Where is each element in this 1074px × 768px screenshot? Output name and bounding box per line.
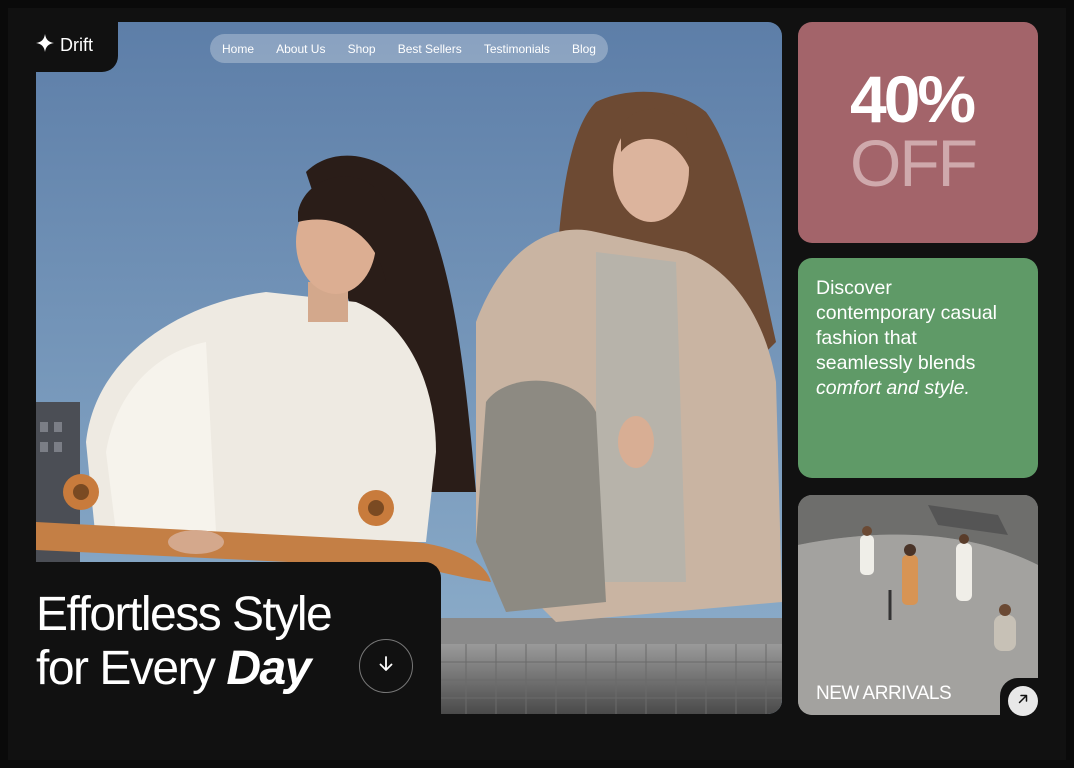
info-card: Discover contemporary casual fashion tha… — [798, 258, 1038, 478]
headline-line-2-text: for Every — [36, 642, 227, 695]
nav-item-about-us[interactable]: About Us — [276, 42, 325, 56]
nav-item-best-sellers[interactable]: Best Sellers — [398, 42, 462, 56]
new-arrivals-label: NEW ARRIVALS — [816, 683, 952, 704]
info-text-plain: Discover contemporary casual fashion tha… — [816, 277, 998, 374]
promo-card[interactable]: 40% OFF — [798, 22, 1038, 243]
info-text: Discover contemporary casual fashion tha… — [816, 276, 1016, 401]
main-nav: Home About Us Shop Best Sellers Testimon… — [210, 34, 608, 63]
new-arrivals-card[interactable]: NEW ARRIVALS — [798, 495, 1038, 715]
nav-item-home[interactable]: Home — [222, 42, 254, 56]
brand-logo[interactable]: Drift — [36, 34, 93, 57]
nav-item-testimonials[interactable]: Testimonials — [484, 42, 550, 56]
hero-headline: Effortless Style for Every Day — [36, 588, 333, 696]
scroll-down-button[interactable] — [359, 639, 413, 693]
promo-amount: 40% — [850, 62, 976, 136]
info-text-emphasis: comfort and style. — [816, 377, 970, 399]
arrow-up-right-icon — [1017, 692, 1029, 710]
headline-line-1: Effortless Style — [36, 588, 333, 641]
sparkle-icon — [36, 34, 54, 57]
brand-name: Drift — [60, 35, 93, 55]
promo-label: OFF — [850, 126, 978, 200]
nav-item-shop[interactable]: Shop — [348, 42, 376, 56]
headline-line-2: for Every Day — [36, 642, 331, 696]
nav-item-blog[interactable]: Blog — [572, 42, 596, 56]
new-arrivals-link-button[interactable] — [1008, 686, 1038, 716]
new-arrivals-photo — [798, 495, 1038, 715]
headline-emphasis: Day — [226, 642, 311, 695]
arrow-down-icon — [377, 655, 395, 678]
